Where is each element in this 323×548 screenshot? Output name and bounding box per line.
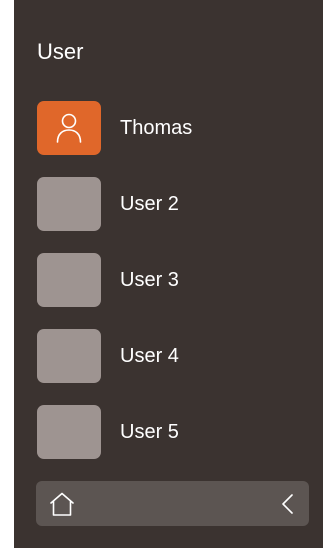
person-icon (56, 113, 82, 143)
user-name-4: User 4 (120, 345, 179, 367)
user-avatar-4[interactable] (37, 329, 101, 383)
user-avatar-5[interactable] (37, 405, 101, 459)
user-name-3: User 3 (120, 269, 179, 291)
user-item-4[interactable]: User 4 (37, 329, 307, 383)
bottom-nav-bar (36, 481, 309, 526)
user-avatar-3[interactable] (37, 253, 101, 307)
home-icon (50, 492, 74, 516)
user-item-3[interactable]: User 3 (37, 253, 307, 307)
home-button[interactable] (48, 490, 76, 518)
user-name-2: User 2 (120, 193, 179, 215)
back-button[interactable] (277, 492, 299, 516)
user-avatar-2[interactable] (37, 177, 101, 231)
user-panel: User Thomas User 2 User 3 User 4 User 5 (14, 0, 323, 548)
user-avatar-thomas[interactable] (37, 101, 101, 155)
user-item-2[interactable]: User 2 (37, 177, 307, 231)
user-name-5: User 5 (120, 421, 179, 443)
page-title: User (37, 39, 84, 64)
user-item-thomas[interactable]: Thomas (37, 101, 307, 155)
user-item-5[interactable]: User 5 (37, 405, 307, 459)
user-name-thomas: Thomas (120, 117, 193, 139)
chevron-left-icon (282, 494, 293, 514)
user-list: Thomas User 2 User 3 User 4 User 5 (37, 101, 307, 459)
